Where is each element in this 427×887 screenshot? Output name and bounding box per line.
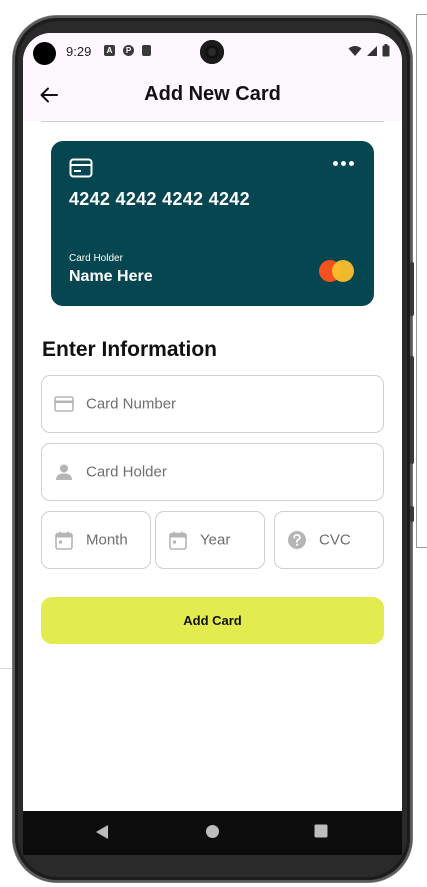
year-field[interactable]	[155, 511, 265, 569]
status-time: 9:29	[66, 44, 92, 59]
card-holder-label: Card Holder	[69, 253, 123, 264]
cvc-field[interactable]	[274, 511, 384, 569]
system-nav-bar	[23, 811, 402, 855]
calendar-icon	[54, 530, 74, 550]
background-side-panel	[416, 14, 427, 548]
side-button-small	[410, 506, 414, 522]
person-icon	[54, 462, 74, 482]
app-screen: 9:29 A P Add New Card 4242 4242 4242 424…	[23, 33, 402, 855]
card-preview: 4242 4242 4242 4242 Card Holder Name Her…	[51, 141, 374, 306]
month-field[interactable]	[41, 511, 151, 569]
volume-button	[410, 262, 414, 316]
app-bar: Add New Card	[23, 71, 402, 121]
more-options-icon[interactable]	[333, 161, 354, 166]
help-circle-icon	[287, 530, 307, 550]
credit-card-icon	[69, 158, 93, 178]
p-icon: P	[123, 45, 134, 56]
section-title: Enter Information	[42, 338, 218, 361]
status-right-icons	[348, 44, 390, 57]
power-button	[410, 356, 414, 464]
page-title: Add New Card	[144, 83, 281, 105]
recents-square-icon[interactable]	[314, 824, 328, 838]
front-camera-left	[33, 42, 56, 65]
card-number-display: 4242 4242 4242 4242	[69, 189, 250, 209]
back-triangle-icon[interactable]	[95, 824, 109, 840]
year-input[interactable]	[200, 531, 252, 549]
card-number-field[interactable]	[41, 375, 384, 433]
card-holder-field[interactable]	[41, 443, 384, 501]
calendar-icon	[168, 530, 188, 550]
card-holder-name: Name Here	[69, 268, 153, 285]
front-camera-center	[200, 40, 224, 64]
card-holder-input[interactable]	[86, 463, 371, 481]
signal-icon	[367, 45, 377, 56]
mastercard-logo	[319, 258, 355, 282]
battery-icon	[382, 44, 390, 57]
add-card-button[interactable]: Add Card	[41, 597, 384, 644]
credit-card-icon	[54, 394, 74, 414]
home-circle-icon[interactable]	[205, 824, 220, 839]
card-number-input[interactable]	[86, 395, 371, 413]
cvc-input[interactable]	[319, 531, 371, 549]
status-bar: 9:29 A P	[23, 33, 402, 71]
a-icon: A	[104, 45, 115, 56]
wifi-icon	[348, 45, 362, 56]
sd-card-icon	[142, 45, 151, 56]
month-input[interactable]	[86, 531, 138, 549]
